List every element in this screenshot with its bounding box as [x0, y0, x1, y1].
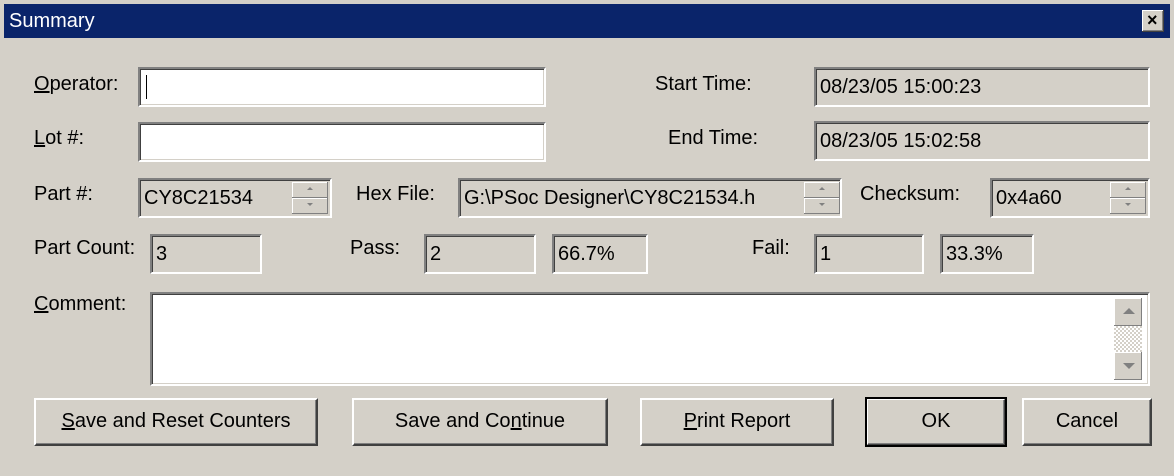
lot-input[interactable] — [138, 122, 546, 162]
hex-file-field: G:\PSoc Designer\CY8C21534.h — [458, 178, 842, 218]
save-and-reset-counters-button[interactable]: Save and Reset Counters — [34, 398, 318, 446]
spin-up-icon[interactable] — [1110, 182, 1146, 198]
fail-label: Fail: — [752, 237, 790, 259]
part-count-field: 3 — [150, 234, 262, 274]
scrollbar-track[interactable] — [1114, 326, 1142, 352]
scroll-down-icon[interactable] — [1114, 352, 1142, 380]
comment-textarea[interactable] — [150, 292, 1150, 386]
spin-down-icon[interactable] — [292, 198, 328, 214]
checksum-label: Checksum: — [860, 183, 961, 205]
close-icon: × — [1147, 10, 1158, 30]
start-time-label: Start Time: — [655, 73, 752, 95]
title-bar[interactable]: Summary × — [4, 4, 1170, 38]
operator-label: Operator: — [34, 73, 119, 95]
fail-count-field: 1 — [814, 234, 924, 274]
spin-down-icon[interactable] — [1110, 198, 1146, 214]
pass-count-field: 2 — [424, 234, 536, 274]
spin-up-icon[interactable] — [292, 182, 328, 198]
close-button[interactable]: × — [1142, 10, 1164, 32]
pass-percent-field: 66.7% — [552, 234, 648, 274]
hex-file-label: Hex File: — [356, 183, 435, 205]
part-label: Part #: — [34, 183, 93, 205]
end-time-label: End Time: — [668, 127, 759, 149]
start-time-field: 08/23/05 15:00:23 — [814, 67, 1150, 107]
lot-label: Lot #: — [34, 127, 85, 149]
text-caret — [146, 75, 147, 99]
scroll-up-icon[interactable] — [1114, 298, 1142, 326]
fail-percent-field: 33.3% — [940, 234, 1034, 274]
save-and-continue-button[interactable]: Save and Continue — [352, 398, 608, 446]
comment-label: Comment: — [34, 293, 127, 315]
pass-label: Pass: — [350, 237, 401, 259]
spin-up-icon[interactable] — [804, 182, 840, 198]
ok-button[interactable]: OK — [865, 397, 1007, 447]
end-time-field: 08/23/05 15:02:58 — [814, 121, 1150, 161]
summary-dialog: Summary × Operator: Start Time: 08/23/05… — [0, 0, 1174, 476]
operator-input[interactable] — [138, 67, 546, 107]
part-spinner[interactable] — [292, 182, 328, 214]
window-title: Summary — [9, 10, 95, 32]
comment-scrollbar[interactable] — [1114, 298, 1142, 380]
part-count-label: Part Count: — [34, 237, 136, 259]
cancel-button[interactable]: Cancel — [1022, 398, 1152, 446]
spin-down-icon[interactable] — [804, 198, 840, 214]
print-report-button[interactable]: Print Report — [640, 398, 834, 446]
checksum-spinner[interactable] — [1110, 182, 1146, 214]
hex-file-spinner[interactable] — [804, 182, 840, 214]
